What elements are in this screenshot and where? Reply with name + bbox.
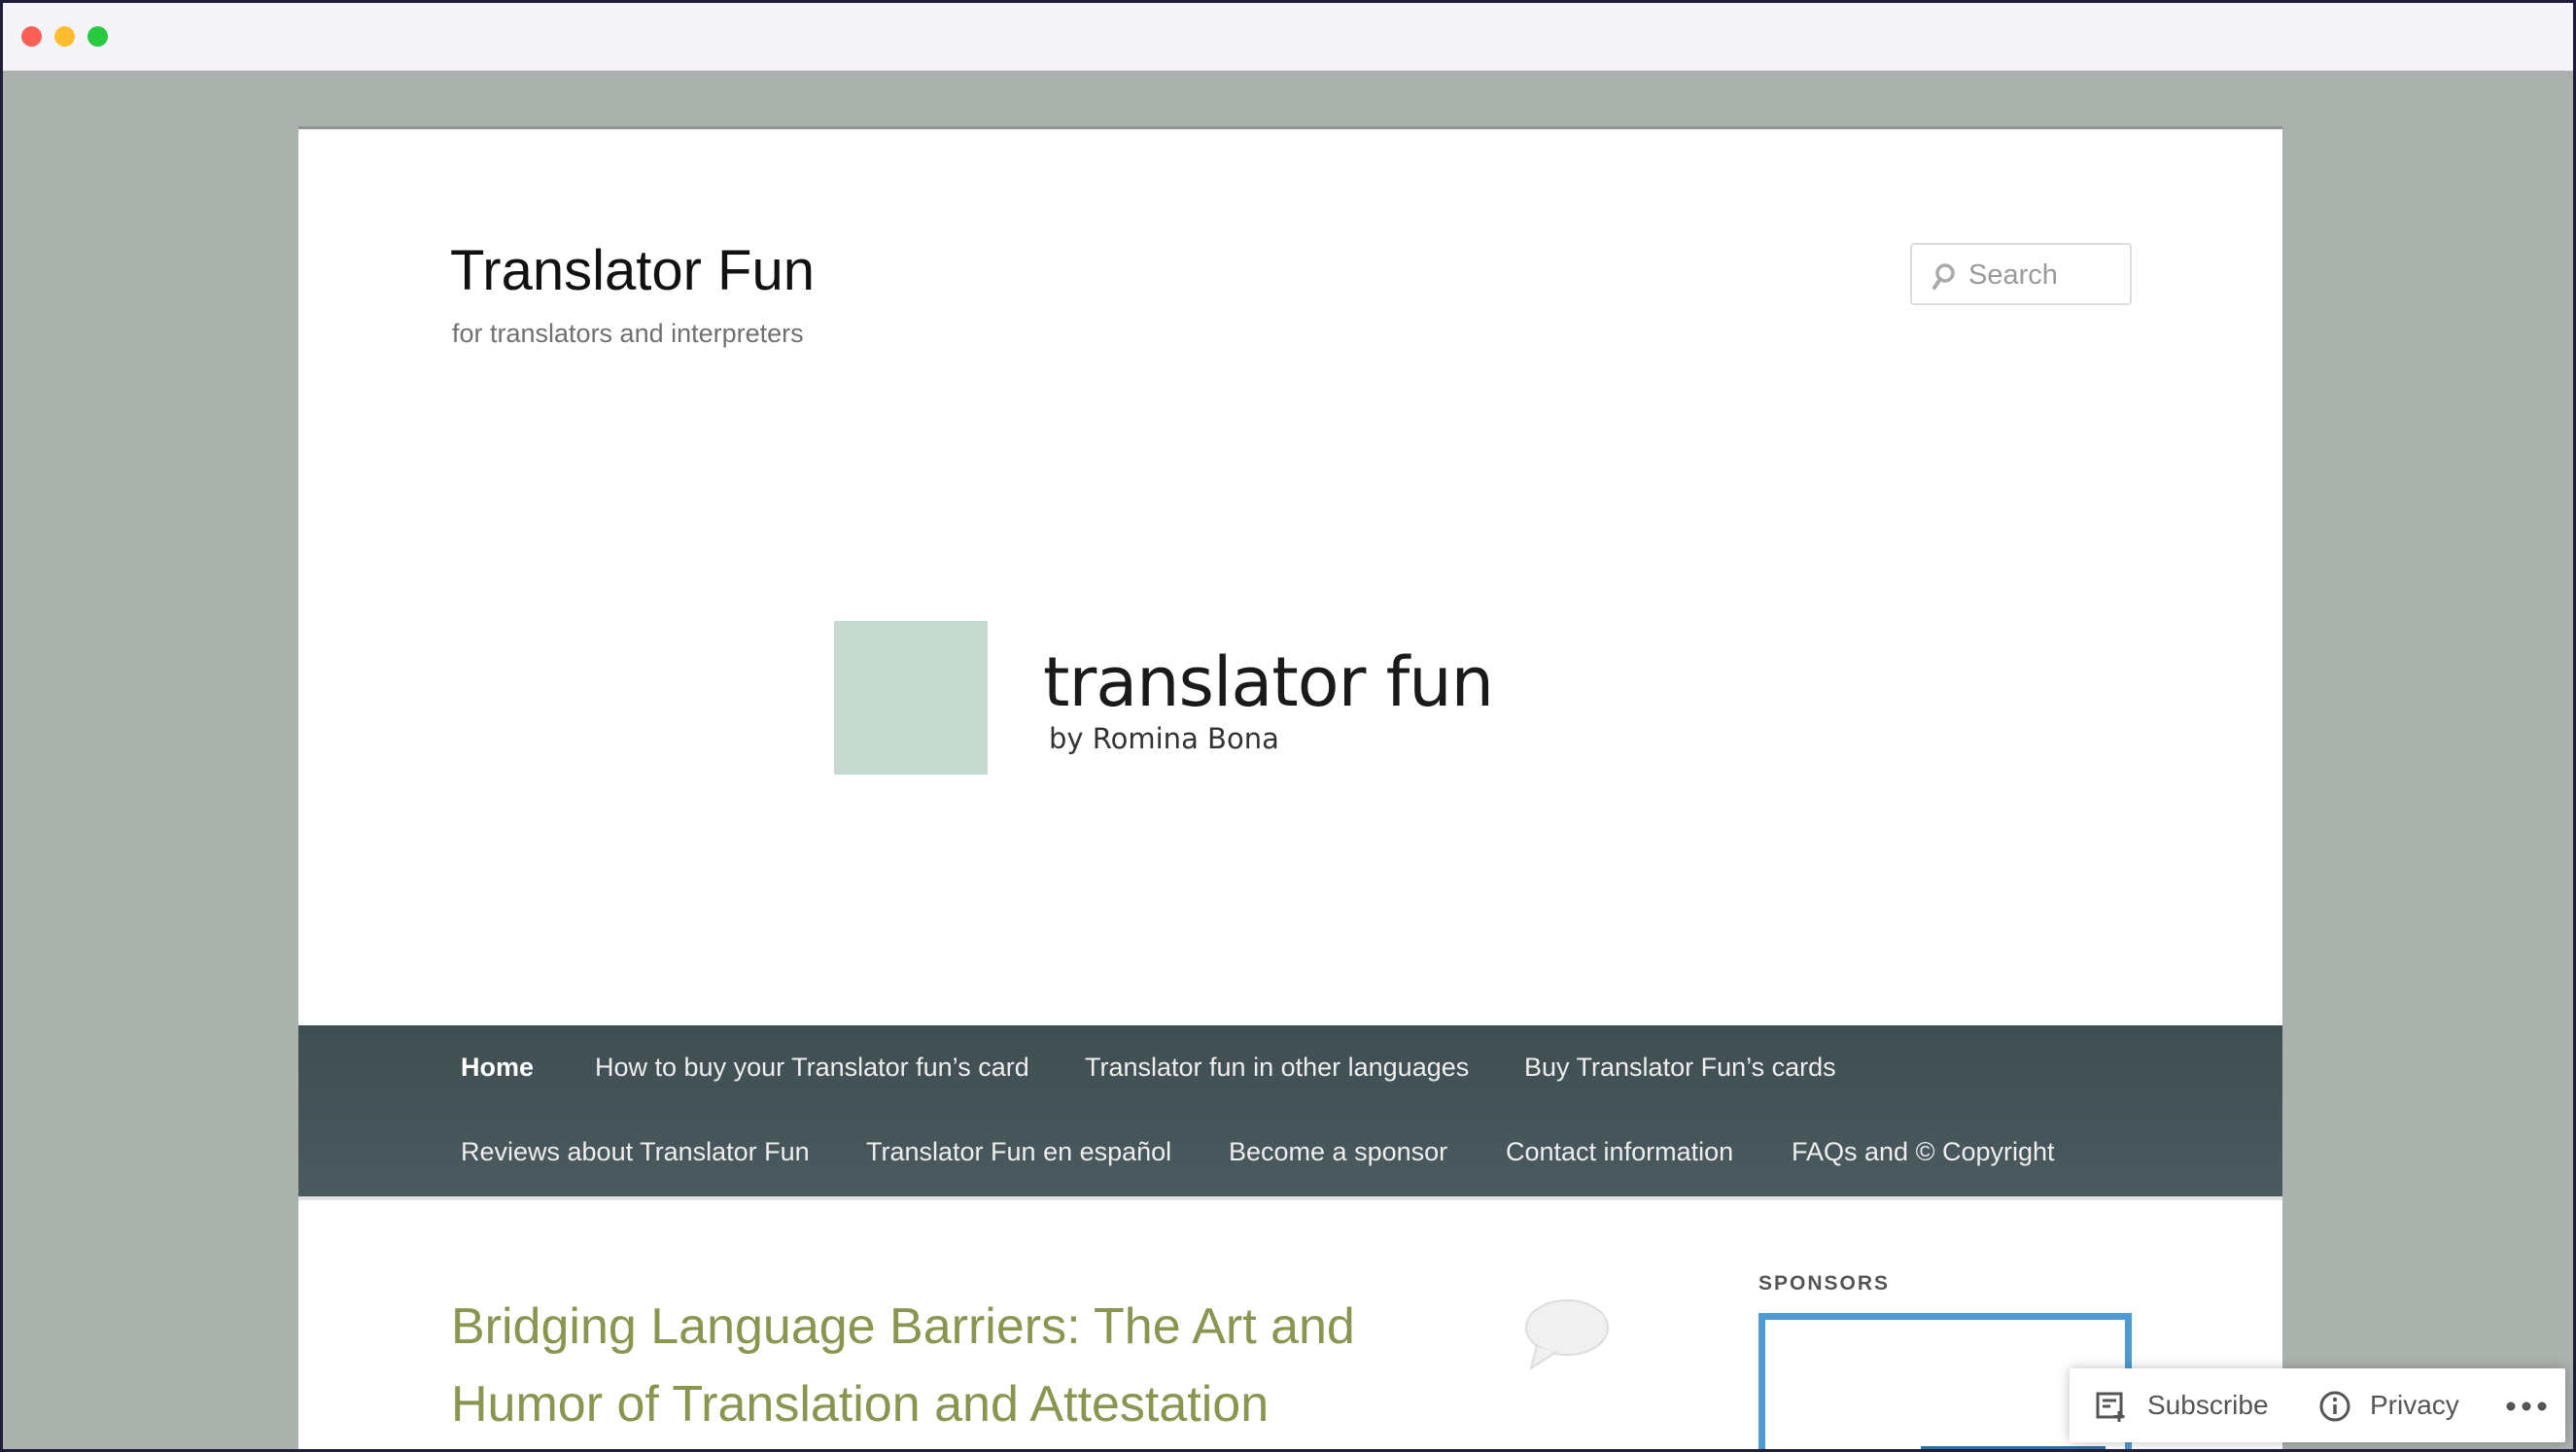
more-options-icon[interactable] <box>2505 1390 2548 1423</box>
nav-item-how-to-buy[interactable]: How to buy your Translator fun’s card <box>595 1053 1029 1083</box>
sponsor-logo-image <box>1921 1446 2106 1449</box>
window-titlebar <box>3 3 2573 71</box>
nav-item-buy-cards[interactable]: Buy Translator Fun’s cards <box>1524 1053 1836 1083</box>
nav-item-other-languages[interactable]: Translator fun in other languages <box>1085 1053 1469 1083</box>
site-page: Translator Fun for translators and inter… <box>298 126 2282 1449</box>
site-title[interactable]: Translator Fun <box>450 238 815 303</box>
search-box[interactable] <box>1910 243 2132 305</box>
main-navigation: Home How to buy your Translator fun’s ca… <box>298 1025 2282 1196</box>
logo-text: translator fun <box>1043 642 1494 722</box>
logo-subtitle: by Romina Bona <box>1049 722 1279 755</box>
info-icon <box>2319 1391 2350 1422</box>
nav-item-home[interactable]: Home <box>461 1053 534 1083</box>
subscribe-button[interactable]: Subscribe <box>2147 1390 2269 1421</box>
search-icon <box>1932 263 1955 290</box>
close-window-button[interactable] <box>21 26 42 47</box>
sponsors-heading: SPONSORS <box>1758 1272 1891 1295</box>
action-bar: Subscribe Privacy <box>2070 1368 2565 1442</box>
minimize-window-button[interactable] <box>54 26 75 47</box>
search-input[interactable] <box>1967 245 2126 305</box>
post-title[interactable]: Bridging Language Barriers: The Art and … <box>451 1288 1423 1443</box>
reader-subscribe-icon <box>2096 1392 2125 1422</box>
privacy-button[interactable]: Privacy <box>2370 1390 2459 1421</box>
nav-divider <box>298 1196 2282 1200</box>
comment-bubble-icon[interactable] <box>1523 1298 1611 1371</box>
logo-square <box>834 621 988 775</box>
nav-item-espanol[interactable]: Translator Fun en español <box>866 1137 1171 1167</box>
nav-item-reviews[interactable]: Reviews about Translator Fun <box>461 1137 810 1167</box>
nav-item-contact[interactable]: Contact information <box>1506 1137 1733 1167</box>
maximize-window-button[interactable] <box>87 26 108 47</box>
nav-item-become-sponsor[interactable]: Become a sponsor <box>1229 1137 1447 1167</box>
site-description: for translators and interpreters <box>452 319 804 348</box>
browser-window: Translator Fun for translators and inter… <box>3 3 2573 1449</box>
nav-item-faqs[interactable]: FAQs and © Copyright <box>1792 1137 2055 1167</box>
